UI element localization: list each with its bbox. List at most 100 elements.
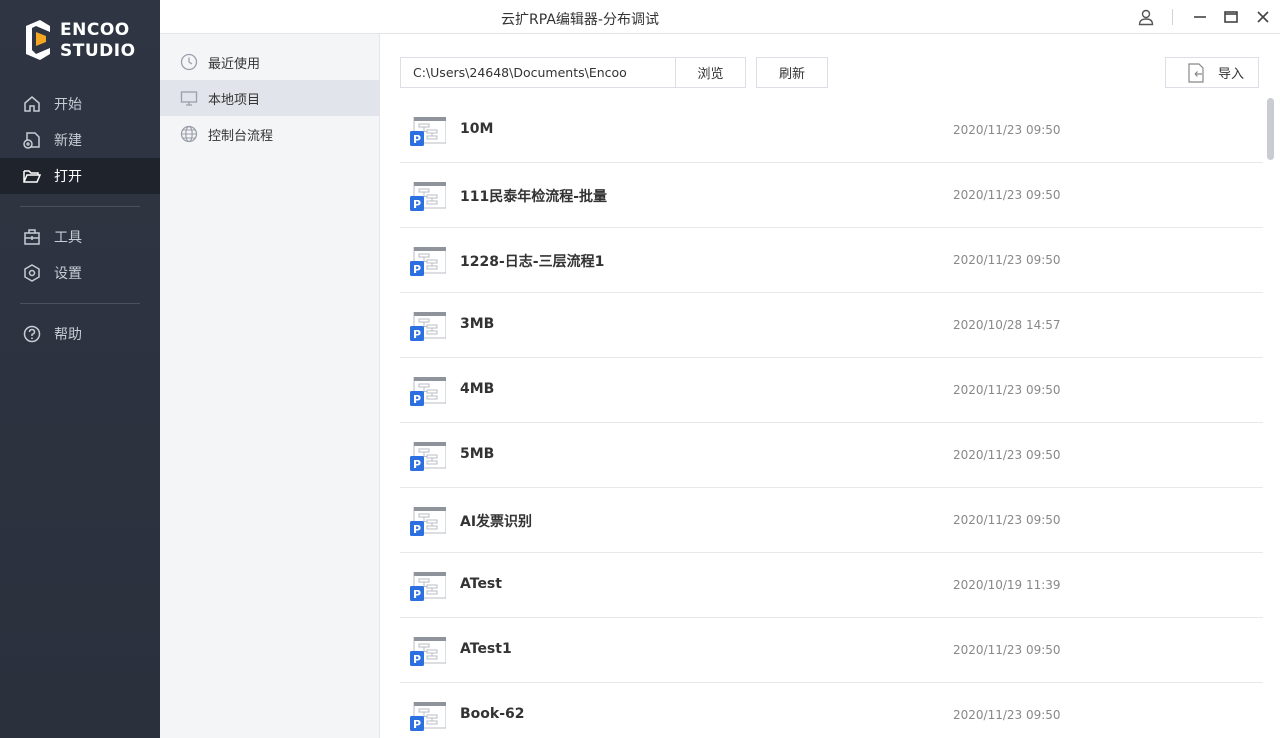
- project-name: 111民泰年检流程-批量: [460, 189, 608, 205]
- list-scrollbar[interactable]: [1266, 98, 1274, 738]
- refresh-button[interactable]: 刷新: [756, 57, 828, 88]
- process-file-icon: P: [410, 312, 446, 341]
- nav-label: 开始: [54, 97, 82, 113]
- folder-open-icon: [22, 166, 42, 186]
- project-name: 1228-日志-三层流程1: [460, 254, 605, 270]
- process-file-icon: P: [410, 377, 446, 406]
- nav-label: 工具: [54, 230, 82, 246]
- svg-text:P: P: [413, 523, 421, 536]
- project-date: 2020/11/23 09:50: [953, 448, 1061, 462]
- project-row[interactable]: P 1228-日志-三层流程1 2020/11/23 09:50: [400, 228, 1263, 293]
- project-date: 2020/10/19 11:39: [953, 578, 1061, 592]
- project-name: 10M: [460, 121, 494, 137]
- nav-item-start[interactable]: 开始: [0, 86, 160, 122]
- process-file-icon: P: [410, 572, 446, 601]
- import-label: 导入: [1218, 67, 1245, 82]
- nav-label: 打开: [54, 169, 82, 185]
- sub-item-recent[interactable]: 最近使用: [160, 44, 379, 80]
- project-date: 2020/11/23 09:50: [953, 123, 1061, 137]
- title-bar: 云扩RPA编辑器-分布调试: [160, 0, 1280, 34]
- nav-item-open[interactable]: 打开: [0, 158, 160, 194]
- main-sidebar: ENCOO STUDIO 开始 新建 打开 工具 设置 帮助: [0, 0, 160, 738]
- close-icon[interactable]: [1253, 7, 1273, 27]
- logo-line1: ENCOO: [60, 20, 130, 40]
- sub-item-console[interactable]: 控制台流程: [160, 116, 379, 152]
- process-file-icon: P: [410, 442, 446, 471]
- minimize-icon[interactable]: [1190, 7, 1210, 27]
- svg-text:P: P: [413, 198, 421, 211]
- project-row[interactable]: P AI发票识别 2020/11/23 09:50: [400, 488, 1263, 553]
- logo-line2: STUDIO: [60, 41, 136, 61]
- path-input[interactable]: [400, 57, 675, 88]
- project-row[interactable]: P 3MB 2020/10/28 14:57: [400, 293, 1263, 358]
- maximize-icon[interactable]: [1221, 7, 1241, 27]
- monitor-icon: [180, 89, 198, 107]
- globe-icon: [180, 125, 198, 143]
- project-name: ATest1: [460, 641, 512, 657]
- sub-item-label: 最近使用: [208, 56, 261, 72]
- toolbox-icon: [22, 227, 42, 247]
- project-name: 5MB: [460, 446, 495, 462]
- nav-item-new[interactable]: 新建: [0, 122, 160, 158]
- window-title: 云扩RPA编辑器-分布调试: [501, 12, 659, 28]
- process-file-icon: P: [410, 117, 446, 146]
- process-file-icon: P: [410, 507, 446, 536]
- import-icon: [1188, 62, 1204, 83]
- process-file-icon: P: [410, 637, 446, 666]
- new-file-icon: [22, 130, 42, 150]
- nav-label: 新建: [54, 133, 82, 149]
- scrollbar-thumb[interactable]: [1267, 98, 1274, 160]
- svg-text:P: P: [413, 263, 421, 276]
- project-date: 2020/11/23 09:50: [953, 643, 1061, 657]
- home-icon: [22, 94, 42, 114]
- nav-label: 帮助: [54, 327, 82, 343]
- encoo-logo-icon: [26, 20, 50, 60]
- project-row[interactable]: P 111民泰年检流程-批量 2020/11/23 09:50: [400, 163, 1263, 228]
- project-date: 2020/11/23 09:50: [953, 253, 1061, 267]
- project-name: ATest: [460, 576, 502, 592]
- encoo-logo: ENCOO STUDIO: [24, 18, 144, 64]
- project-list: P 10M 2020/11/23 09:50 P 111民泰年检流程-批量 20…: [400, 98, 1263, 738]
- svg-text:P: P: [413, 393, 421, 406]
- import-button[interactable]: 导入: [1165, 57, 1259, 88]
- project-date: 2020/10/28 14:57: [953, 318, 1061, 332]
- nav-item-settings[interactable]: 设置: [0, 255, 160, 291]
- process-file-icon: P: [410, 247, 446, 276]
- svg-text:P: P: [413, 653, 421, 666]
- settings-hex-icon: [22, 263, 42, 283]
- project-row[interactable]: P 5MB 2020/11/23 09:50: [400, 423, 1263, 488]
- project-row[interactable]: P 10M 2020/11/23 09:50: [400, 98, 1263, 163]
- process-file-icon: P: [410, 702, 446, 731]
- project-row[interactable]: P ATest 2020/10/19 11:39: [400, 553, 1263, 618]
- user-icon[interactable]: [1136, 7, 1156, 27]
- nav-divider: [20, 303, 140, 304]
- project-name: 4MB: [460, 381, 495, 397]
- sub-item-local[interactable]: 本地项目: [160, 80, 379, 116]
- project-date: 2020/11/23 09:50: [953, 383, 1061, 397]
- project-row[interactable]: P 4MB 2020/11/23 09:50: [400, 358, 1263, 423]
- sub-item-label: 控制台流程: [208, 128, 274, 144]
- project-name: AI发票识别: [460, 514, 533, 530]
- nav-item-tools[interactable]: 工具: [0, 219, 160, 255]
- nav-divider: [20, 206, 140, 207]
- sub-item-label: 本地项目: [208, 92, 261, 108]
- svg-text:P: P: [413, 588, 421, 601]
- help-icon: [22, 324, 42, 344]
- open-sub-sidebar: 最近使用 本地项目 控制台流程: [160, 34, 380, 738]
- clock-icon: [180, 53, 198, 71]
- project-row[interactable]: P ATest1 2020/11/23 09:50: [400, 618, 1263, 683]
- project-date: 2020/11/23 09:50: [953, 513, 1061, 527]
- titlebar-divider: [1162, 7, 1182, 27]
- project-row[interactable]: P Book-62 2020/11/23 09:50: [400, 683, 1263, 738]
- process-file-icon: P: [410, 182, 446, 211]
- svg-text:P: P: [413, 133, 421, 146]
- svg-text:P: P: [413, 458, 421, 471]
- project-date: 2020/11/23 09:50: [953, 188, 1061, 202]
- project-name: 3MB: [460, 316, 495, 332]
- nav-label: 设置: [54, 266, 82, 282]
- project-date: 2020/11/23 09:50: [953, 708, 1061, 722]
- project-name: Book-62: [460, 706, 525, 722]
- svg-text:P: P: [413, 718, 421, 731]
- browse-button[interactable]: 浏览: [675, 57, 746, 88]
- nav-item-help[interactable]: 帮助: [0, 316, 160, 352]
